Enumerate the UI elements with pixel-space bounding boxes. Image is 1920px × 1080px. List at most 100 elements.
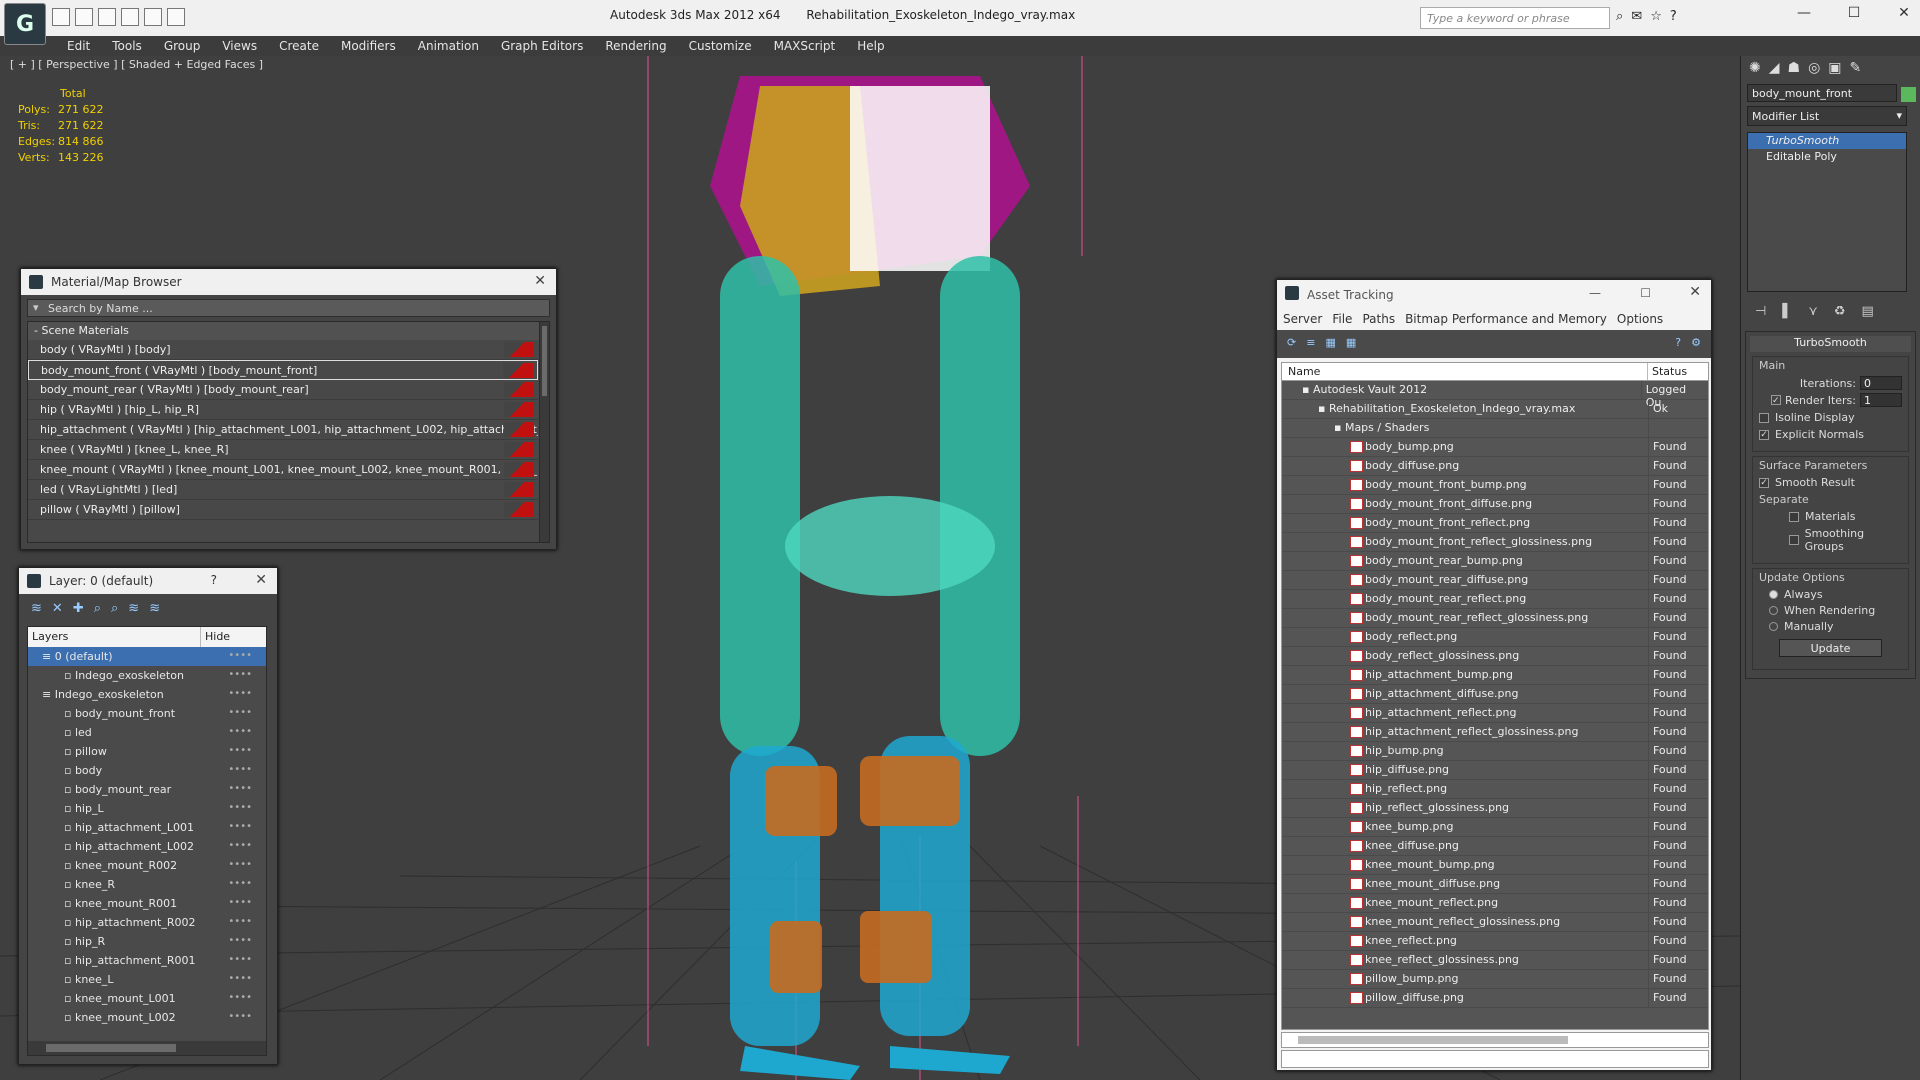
asset-row[interactable]: body_mount_rear_reflect_glossiness.png Fo…: [1282, 609, 1708, 628]
asset-menu-item[interactable]: Paths: [1362, 312, 1395, 328]
asset-row[interactable]: knee_reflect.png Found: [1282, 932, 1708, 951]
save-file-icon[interactable]: [98, 8, 116, 26]
close-icon[interactable]: ✕: [534, 273, 546, 289]
hide-toggle-icon[interactable]: ••••: [228, 764, 252, 775]
hide-toggle-icon[interactable]: ••••: [228, 897, 252, 908]
add-to-layer-icon[interactable]: ✚: [73, 601, 84, 617]
isoline-checkbox[interactable]: [1759, 412, 1769, 423]
asset-row[interactable]: ▪ Rehabilitation_Exoskeleton_Indego_vray…: [1282, 400, 1708, 419]
asset-row[interactable]: pillow_bump.png Found: [1282, 970, 1708, 989]
smooth-result-checkbox[interactable]: ✓: [1759, 477, 1769, 488]
asset-menu-item[interactable]: File: [1332, 312, 1352, 328]
hide-toggle-icon[interactable]: ••••: [228, 726, 252, 737]
status-column[interactable]: Status: [1648, 363, 1691, 380]
material-item[interactable]: body ( VRayMtl ) [body]: [28, 340, 538, 360]
create-layer-icon[interactable]: ≋: [31, 601, 42, 617]
asset-row[interactable]: ▪ Autodesk Vault 2012 Logged Ou: [1282, 381, 1708, 409]
hide-toggle-icon[interactable]: ••••: [228, 973, 252, 984]
hide-toggle-icon[interactable]: ••••: [228, 745, 252, 756]
menu-tools[interactable]: Tools: [101, 36, 153, 56]
modify-tab-icon[interactable]: ◢: [1769, 60, 1780, 76]
menu-customize[interactable]: Customize: [678, 36, 763, 56]
viewport-label[interactable]: [ + ] [ Perspective ] [ Shaded + Edged F…: [10, 58, 263, 71]
minimize-icon[interactable]: —: [1589, 286, 1601, 300]
layer-row[interactable]: ▫ Indego_exoskeleton ••••: [28, 666, 266, 685]
iterations-spinner[interactable]: 0: [1860, 376, 1902, 390]
asset-row[interactable]: body_mount_rear_reflect.png Found: [1282, 590, 1708, 609]
delete-layer-icon[interactable]: ✕: [52, 601, 63, 617]
asset-row[interactable]: hip_diffuse.png Found: [1282, 761, 1708, 780]
asset-menu-item[interactable]: Server: [1283, 312, 1322, 328]
hide-toggle-icon[interactable]: ••••: [228, 878, 252, 889]
layer-row[interactable]: ▫ pillow ••••: [28, 742, 266, 761]
layer-row[interactable]: ▫ hip_R ••••: [28, 932, 266, 951]
scrollbar[interactable]: [1281, 1032, 1709, 1048]
asset-menu-item[interactable]: Bitmap Performance and Memory: [1405, 312, 1607, 328]
hide-toggle-icon[interactable]: ••••: [228, 935, 252, 946]
close-icon[interactable]: ✕: [1894, 5, 1914, 21]
layer-row[interactable]: ▫ knee_mount_R001 ••••: [28, 894, 266, 913]
asset-row[interactable]: body_diffuse.png Found: [1282, 457, 1708, 476]
configure-sets-icon[interactable]: ▤: [1862, 304, 1874, 319]
hide-toggle-icon[interactable]: ••••: [228, 992, 252, 1003]
hide-column[interactable]: Hide: [201, 627, 234, 647]
stack-item-editable-poly[interactable]: Editable Poly: [1748, 149, 1906, 165]
asset-row[interactable]: body_mount_front_reflect.png Found: [1282, 514, 1708, 533]
asset-row[interactable]: hip_reflect.png Found: [1282, 780, 1708, 799]
layer-row[interactable]: ▫ hip_L ••••: [28, 799, 266, 818]
menu-group[interactable]: Group: [153, 36, 212, 56]
make-unique-icon[interactable]: ⋎: [1808, 304, 1818, 319]
layer-row[interactable]: ▫ led ••••: [28, 723, 266, 742]
material-search-input[interactable]: Search by Name ...: [27, 299, 550, 317]
asset-row[interactable]: body_mount_rear_bump.png Found: [1282, 552, 1708, 571]
asset-row[interactable]: hip_attachment_reflect_glossiness.png Fou…: [1282, 723, 1708, 742]
layer-row[interactable]: ▫ hip_attachment_L001 ••••: [28, 818, 266, 837]
layer-row[interactable]: ▫ knee_L ••••: [28, 970, 266, 989]
layer-row[interactable]: ▫ hip_attachment_R001 ••••: [28, 951, 266, 970]
explicit-normals-checkbox[interactable]: ✓: [1759, 429, 1769, 440]
hide-toggle-icon[interactable]: ••••: [228, 707, 252, 718]
manually-radio[interactable]: [1769, 622, 1778, 631]
modifier-list-dropdown[interactable]: Modifier List: [1747, 106, 1907, 126]
material-item[interactable]: pillow ( VRayMtl ) [pillow]: [28, 500, 538, 520]
display-tab-icon[interactable]: ▣: [1828, 60, 1841, 76]
layer-row[interactable]: ▫ knee_mount_L002 ••••: [28, 1008, 266, 1027]
asset-row[interactable]: body_bump.png Found: [1282, 438, 1708, 457]
render-iters-checkbox[interactable]: ✓: [1771, 395, 1782, 406]
render-iters-spinner[interactable]: 1: [1860, 393, 1902, 407]
asset-row[interactable]: knee_mount_reflect.png Found: [1282, 894, 1708, 913]
menu-modifiers[interactable]: Modifiers: [330, 36, 407, 56]
hierarchy-tab-icon[interactable]: ☗: [1788, 60, 1801, 76]
utilities-tab-icon[interactable]: ✎: [1850, 60, 1862, 76]
maximize-icon[interactable]: ☐: [1640, 286, 1651, 300]
favorites-star-icon[interactable]: ☆: [1650, 9, 1662, 24]
options-icon[interactable]: ⚙: [1691, 336, 1701, 352]
layer-row[interactable]: ▫ body ••••: [28, 761, 266, 780]
when-rendering-radio[interactable]: [1769, 606, 1778, 615]
layer-row[interactable]: ▫ body_mount_front ••••: [28, 704, 266, 723]
app-logo[interactable]: G: [4, 3, 46, 45]
layers-column[interactable]: Layers: [28, 627, 201, 647]
asset-row[interactable]: ▪ Maps / Shaders: [1282, 419, 1708, 438]
material-item[interactable]: hip_attachment ( VRayMtl ) [hip_attachme…: [28, 420, 538, 440]
menu-graph-editors[interactable]: Graph Editors: [490, 36, 594, 56]
material-item[interactable]: knee ( VRayMtl ) [knee_L, knee_R]: [28, 440, 538, 460]
hide-toggle-icon[interactable]: ••••: [228, 1011, 252, 1022]
hide-toggle-icon[interactable]: ••••: [228, 859, 252, 870]
menu-maxscript[interactable]: MAXScript: [763, 36, 847, 56]
asset-row[interactable]: body_mount_front_reflect_glossiness.png F…: [1282, 533, 1708, 552]
menu-help[interactable]: Help: [846, 36, 895, 56]
maximize-icon[interactable]: ☐: [1844, 5, 1864, 21]
asset-row[interactable]: body_mount_front_diffuse.png Found: [1282, 495, 1708, 514]
open-file-icon[interactable]: [75, 8, 93, 26]
asset-row[interactable]: hip_reflect_glossiness.png Found: [1282, 799, 1708, 818]
communication-center-icon[interactable]: ✉: [1631, 9, 1642, 24]
hide-all-icon[interactable]: ≋: [128, 601, 139, 617]
close-icon[interactable]: ✕: [255, 572, 267, 588]
remove-modifier-icon[interactable]: ♻: [1834, 304, 1846, 319]
hide-toggle-icon[interactable]: ••••: [228, 688, 252, 699]
hide-toggle-icon[interactable]: ••••: [228, 821, 252, 832]
table-view-icon[interactable]: ▦: [1325, 336, 1335, 352]
new-file-icon[interactable]: [52, 8, 70, 26]
help-icon[interactable]: ?: [1675, 336, 1681, 352]
